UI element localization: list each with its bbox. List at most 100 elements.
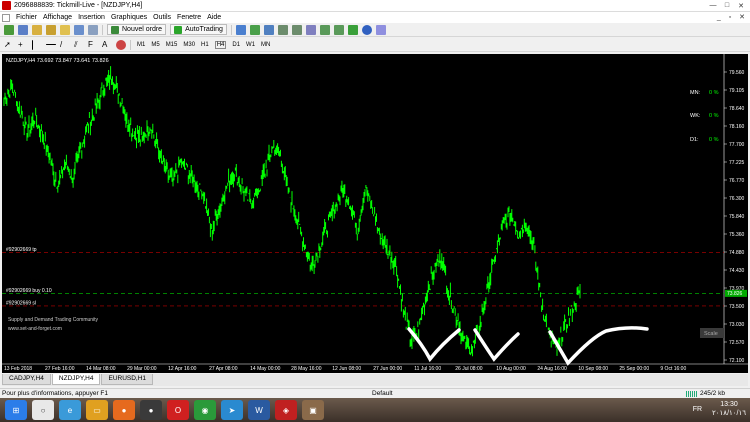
tab-nzdjpy[interactable]: NZDJPY,H4 bbox=[51, 374, 101, 385]
document-icon[interactable] bbox=[2, 13, 10, 22]
line-chart-icon[interactable] bbox=[263, 24, 274, 35]
maximize-icon[interactable]: □ bbox=[720, 0, 734, 11]
crosshair-icon[interactable]: + bbox=[18, 40, 28, 50]
new-order-button[interactable]: Nouvel ordre bbox=[107, 24, 167, 35]
menu-graphiques[interactable]: Graphiques bbox=[111, 14, 147, 21]
price-tick-label: 74.880 bbox=[729, 250, 745, 256]
price-tick-label: 72.100 bbox=[729, 358, 745, 364]
time-axis: 13 Feb 2018 27 Feb 16:00 14 Mar 08:00 29 Ma… bbox=[4, 366, 686, 372]
tile-windows-icon[interactable] bbox=[305, 24, 316, 35]
metatrader-icon[interactable]: ◈ bbox=[275, 400, 297, 420]
mdi-controls[interactable]: _ ▫ ✕ bbox=[717, 13, 748, 21]
menu-affichage[interactable]: Affichage bbox=[43, 14, 72, 21]
time-tick-label: 27 Feb 16:00 bbox=[45, 366, 75, 372]
menu-aide[interactable]: Aide bbox=[207, 14, 221, 21]
time-tick-label: 28 May 16:00 bbox=[291, 366, 322, 372]
autotrading-button[interactable]: AutoTrading bbox=[170, 24, 227, 35]
chart-area[interactable]: NZDJPY,H4 73.692 73.847 73.641 73.826 #9… bbox=[2, 54, 748, 373]
arrows-icon[interactable] bbox=[116, 39, 126, 50]
bar-chart-icon[interactable] bbox=[235, 24, 246, 35]
timeframe-mn[interactable]: MN bbox=[261, 42, 270, 48]
chrome-icon[interactable]: ◉ bbox=[194, 400, 216, 420]
channel-icon[interactable]: ⫽ bbox=[74, 40, 84, 50]
price-tick-label: 75.840 bbox=[729, 214, 745, 220]
telegram-icon[interactable]: ➤ bbox=[221, 400, 243, 420]
status-profile[interactable]: Default bbox=[372, 390, 393, 397]
timeframe-d1[interactable]: D1 bbox=[232, 42, 240, 48]
navigator-icon[interactable] bbox=[60, 24, 70, 35]
timeframe-w1[interactable]: W1 bbox=[246, 42, 255, 48]
status-help: Pour plus d'informations, appuyer F1 bbox=[2, 390, 109, 397]
periods-icon[interactable] bbox=[361, 24, 372, 35]
timeframe-m15[interactable]: M15 bbox=[166, 42, 178, 48]
data-window-icon[interactable] bbox=[46, 24, 56, 35]
menu-fenetre[interactable]: Fenetre bbox=[177, 14, 201, 21]
vertical-line-icon[interactable] bbox=[32, 39, 42, 50]
price-axis: 79.560 79.105 78.640 78.160 77.700 77.225 76.7… bbox=[724, 70, 745, 364]
time-tick-label: 9 Oct 16:00 bbox=[660, 366, 686, 372]
timeframe-m30[interactable]: M30 bbox=[183, 42, 195, 48]
autotrading-icon bbox=[174, 25, 183, 34]
price-series bbox=[3, 66, 581, 357]
window-controls: — □ ✕ bbox=[706, 0, 748, 11]
tp-label: #92902669 tp bbox=[6, 247, 37, 253]
timeframe-h4[interactable]: H4 bbox=[214, 40, 227, 49]
strategy-tester-icon[interactable] bbox=[88, 24, 98, 35]
scale-label: Scale bbox=[704, 331, 718, 337]
text-icon[interactable]: A bbox=[102, 40, 112, 50]
word-icon[interactable]: W bbox=[248, 400, 270, 420]
timeframe-h1[interactable]: H1 bbox=[201, 42, 209, 48]
indicator-wk-label: WK: bbox=[690, 113, 701, 119]
new-chart-icon[interactable] bbox=[4, 24, 14, 35]
file-explorer-icon[interactable]: ▭ bbox=[86, 400, 108, 420]
price-chart[interactable]: NZDJPY,H4 73.692 73.847 73.641 73.826 #9… bbox=[2, 54, 748, 373]
zoom-out-icon[interactable] bbox=[291, 24, 302, 35]
price-tick-label: 78.160 bbox=[729, 124, 745, 130]
trendline-icon[interactable]: / bbox=[60, 40, 70, 50]
chart-header: NZDJPY,H4 73.692 73.847 73.641 73.826 bbox=[6, 58, 109, 64]
firefox-icon[interactable]: ● bbox=[113, 400, 135, 420]
timeframe-m5[interactable]: M5 bbox=[151, 42, 159, 48]
price-tick-label: 76.300 bbox=[729, 196, 745, 202]
close-icon[interactable]: ✕ bbox=[734, 0, 748, 11]
chart-shift-icon[interactable] bbox=[333, 24, 344, 35]
profiles-icon[interactable] bbox=[18, 24, 28, 35]
buy-label: #92902669 buy 0.10 bbox=[6, 288, 52, 294]
menu-insertion[interactable]: Insertion bbox=[78, 14, 105, 21]
indicator-d1-value: 0 % bbox=[709, 137, 719, 143]
menu-fichier[interactable]: Fichier bbox=[16, 14, 37, 21]
watermark-url: www.set-and-forget.com bbox=[8, 326, 62, 332]
tab-cadjpy[interactable]: CADJPY,H4 bbox=[2, 374, 51, 385]
price-tick-label: 76.770 bbox=[729, 178, 745, 184]
photos-icon[interactable]: ▣ bbox=[302, 400, 324, 420]
standard-toolbar: Nouvel ordre AutoTrading bbox=[0, 23, 750, 37]
app-icon-dark[interactable]: ● bbox=[140, 400, 162, 420]
clock[interactable]: 13:30 ٢٠١٨/١٠/١٦ bbox=[712, 400, 746, 418]
minimize-icon[interactable]: — bbox=[706, 0, 720, 11]
horizontal-line-icon[interactable] bbox=[46, 44, 56, 45]
title-bar: 2096888839: Tickmill-Live - [NZDJPY,H4] … bbox=[0, 0, 750, 12]
fibonacci-icon[interactable]: F bbox=[88, 40, 98, 50]
terminal-icon[interactable] bbox=[74, 24, 84, 35]
internet-explorer-icon[interactable]: e bbox=[59, 400, 81, 420]
toolbar-separator bbox=[130, 39, 131, 50]
cursor-icon[interactable]: ➚ bbox=[4, 40, 14, 50]
templates-icon[interactable] bbox=[375, 24, 386, 35]
search-icon[interactable]: ○ bbox=[32, 400, 54, 420]
language-indicator[interactable]: FR bbox=[693, 406, 702, 413]
zoom-in-icon[interactable] bbox=[277, 24, 288, 35]
opera-icon[interactable]: O bbox=[167, 400, 189, 420]
market-watch-icon[interactable] bbox=[32, 24, 42, 35]
tab-eurusd[interactable]: EURUSD,H1 bbox=[101, 374, 154, 385]
connection-icon bbox=[686, 391, 697, 397]
autoscroll-icon[interactable] bbox=[319, 24, 330, 35]
timeframe-m1[interactable]: M1 bbox=[137, 42, 145, 48]
candlestick-icon[interactable] bbox=[249, 24, 260, 35]
menu-outils[interactable]: Outils bbox=[153, 14, 171, 21]
system-tray: FR 13:30 ٢٠١٨/١٠/١٦ bbox=[693, 400, 746, 418]
time-tick-label: 14 May 00:00 bbox=[250, 366, 281, 372]
start-icon[interactable]: ⊞ bbox=[5, 400, 27, 420]
price-tick-label: 77.225 bbox=[729, 160, 745, 166]
price-tick-label: 72.570 bbox=[729, 340, 745, 346]
indicators-icon[interactable] bbox=[347, 24, 358, 35]
